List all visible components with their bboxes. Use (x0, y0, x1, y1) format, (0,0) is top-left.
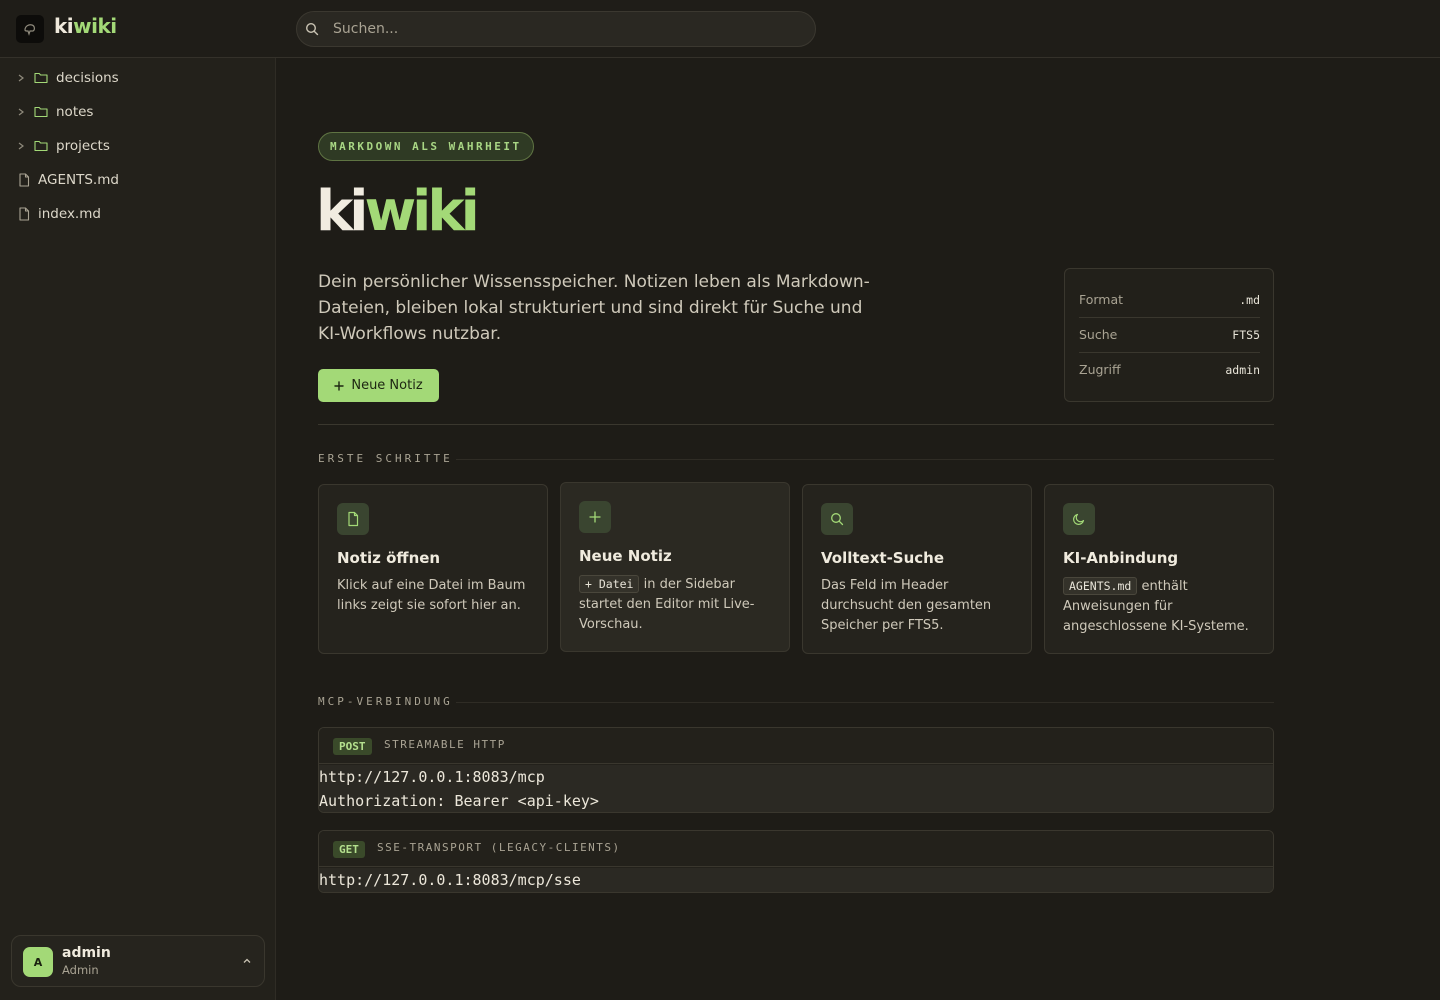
folder-icon (34, 72, 48, 84)
tree-item-label: AGENTS.md (38, 172, 119, 188)
page-title: kiwiki (316, 179, 480, 244)
chevron-right-icon[interactable] (16, 140, 26, 152)
search-bar[interactable] (296, 11, 816, 47)
hero-description: Dein persönlicher Wissensspeicher. Notiz… (318, 272, 870, 344)
section-label-mcp: MCP-VERBINDUNG (318, 695, 453, 708)
info-row-access: Zugriff admin (1079, 362, 1260, 377)
folder-icon (34, 140, 48, 152)
app-name[interactable]: kiwiki (54, 14, 117, 38)
tree-file-agents-md[interactable]: AGENTS.md (0, 163, 276, 197)
search-icon (305, 22, 319, 36)
card-title: Neue Notiz (579, 547, 672, 565)
tree-item-label: projects (56, 138, 110, 154)
new-note-button[interactable]: Neue Notiz (318, 369, 439, 402)
info-row-search: Suche FTS5 (1079, 327, 1260, 342)
section-label-getting-started: ERSTE SCHRITTE (318, 452, 453, 465)
inline-code: AGENTS.md (1063, 577, 1138, 595)
kiwi-logo-icon (24, 24, 35, 36)
folder-icon (34, 106, 48, 118)
card-ai-integration[interactable]: KI-Anbindung AGENTS.md enthält Anweisung… (1044, 484, 1274, 654)
tagline-badge: MARKDOWN ALS WAHRHEIT (318, 132, 534, 161)
tree-item-label: notes (56, 104, 94, 120)
app-logo[interactable] (16, 15, 44, 43)
endpoint-sse-transport: GET SSE-TRANSPORT (LEGACY-CLIENTS) http:… (318, 830, 1274, 893)
endpoint-header: POST STREAMABLE HTTP (319, 728, 1273, 764)
method-badge: POST (333, 738, 372, 755)
divider (318, 424, 1274, 425)
chevron-right-icon[interactable] (16, 106, 26, 118)
file-tree-sidebar: decisions notes projects AGENTS.md index… (0, 58, 276, 1000)
plus-icon (334, 380, 345, 391)
card-title: KI-Anbindung (1063, 549, 1179, 567)
file-icon (19, 207, 30, 221)
endpoint-code[interactable]: http://127.0.0.1:8083/mcp/sse (319, 868, 1273, 892)
file-icon (19, 173, 30, 187)
avatar: A (23, 947, 53, 977)
search-input[interactable] (333, 12, 803, 46)
main-content: MARKDOWN ALS WAHRHEIT kiwiki Dein persön… (276, 58, 1440, 1000)
card-text: Das Feld im Header durchsucht den gesamt… (821, 578, 992, 633)
chevron-right-icon[interactable] (16, 72, 26, 84)
card-text: AGENTS.md enthält Anweisungen für angesc… (1063, 577, 1249, 634)
user-name: admin (62, 945, 111, 961)
tree-folder-decisions[interactable]: decisions (0, 61, 276, 95)
user-role: Admin (62, 963, 99, 977)
chevron-up-icon[interactable] (241, 956, 253, 966)
inline-code: + Datei (579, 575, 640, 593)
card-new-note[interactable]: Neue Notiz + Datei in der Sidebar starte… (560, 482, 790, 652)
endpoint-code[interactable]: http://127.0.0.1:8083/mcp Authorization:… (319, 765, 1273, 812)
moon-icon (1063, 503, 1095, 535)
endpoint-streamable-http: POST STREAMABLE HTTP http://127.0.0.1:80… (318, 727, 1274, 813)
app-header: kiwiki (0, 0, 1440, 58)
card-title: Notiz öffnen (337, 549, 441, 567)
divider (456, 702, 1274, 703)
card-text: Klick auf eine Datei im Baum links zeigt… (337, 578, 526, 613)
endpoint-header: GET SSE-TRANSPORT (LEGACY-CLIENTS) (319, 831, 1273, 867)
card-text: + Datei in der Sidebar startet den Edito… (579, 575, 755, 632)
endpoint-label: STREAMABLE HTTP (384, 738, 506, 751)
plus-icon (579, 501, 611, 533)
tree-item-label: index.md (38, 206, 101, 222)
user-menu[interactable]: A admin Admin (11, 935, 265, 987)
endpoint-label: SSE-TRANSPORT (LEGACY-CLIENTS) (377, 841, 621, 854)
info-panel: Format .md Suche FTS5 Zugriff admin (1064, 268, 1274, 402)
divider (456, 459, 1274, 460)
tree-file-index-md[interactable]: index.md (0, 197, 276, 231)
method-badge: GET (333, 841, 365, 858)
tree-item-label: decisions (56, 70, 119, 86)
tree-folder-projects[interactable]: projects (0, 129, 276, 163)
info-row-format: Format .md (1079, 292, 1260, 307)
file-icon (337, 503, 369, 535)
card-fulltext-search[interactable]: Volltext-Suche Das Feld im Header durchs… (802, 484, 1032, 654)
card-open-note[interactable]: Notiz öffnen Klick auf eine Datei im Bau… (318, 484, 548, 654)
search-icon (821, 503, 853, 535)
card-title: Volltext-Suche (821, 549, 945, 567)
tree-folder-notes[interactable]: notes (0, 95, 276, 129)
